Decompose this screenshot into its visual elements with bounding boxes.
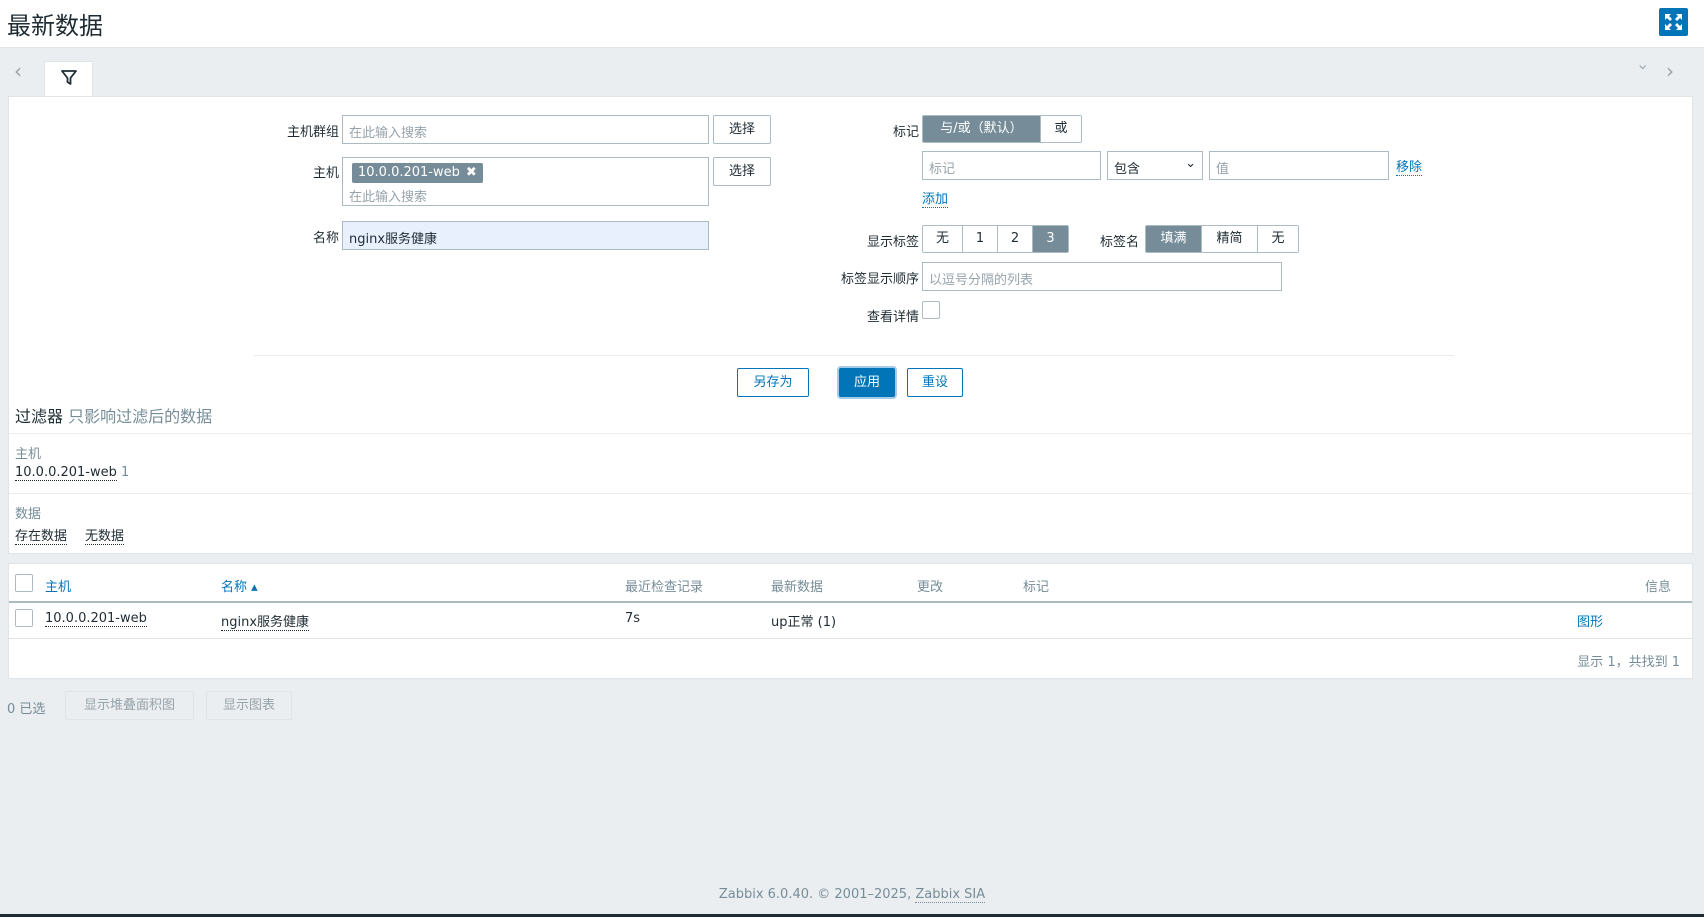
- divider: [9, 433, 1692, 434]
- footer-company-link[interactable]: Zabbix SIA: [915, 887, 986, 903]
- filter-tabs-bar: ‹ › ›: [0, 48, 1704, 97]
- row-last-check: 7s: [625, 611, 641, 626]
- tag-priority-input[interactable]: 以逗号分隔的列表: [922, 262, 1282, 291]
- page-header: 最新数据: [0, 0, 1704, 48]
- tag-name-full[interactable]: 填满: [1146, 226, 1202, 252]
- hostgroup-select-button[interactable]: 选择: [713, 115, 771, 144]
- chevron-down-icon[interactable]: ›: [1634, 64, 1653, 80]
- show-graph-button[interactable]: 显示图表: [206, 691, 292, 720]
- tags-mode-or[interactable]: 或: [1041, 116, 1081, 142]
- filter-icon: [61, 70, 77, 85]
- show-tags-none[interactable]: 无: [923, 226, 963, 252]
- tag-name-format-toggle: 填满 精简 无: [1145, 225, 1299, 253]
- tag-value-input[interactable]: 值: [1209, 151, 1389, 180]
- apply-button[interactable]: 应用: [839, 368, 895, 397]
- column-header-info: 信息: [1645, 580, 1672, 595]
- show-tags-label: 显示标签: [866, 235, 919, 250]
- tag-add-link[interactable]: 添加: [922, 188, 949, 208]
- save-as-button[interactable]: 另存为: [737, 368, 809, 397]
- name-input[interactable]: nginx服务健康: [342, 221, 709, 250]
- subfilter-host-count: 1: [121, 465, 130, 480]
- row-host-link[interactable]: 10.0.0.201-web: [45, 611, 147, 627]
- column-header-name[interactable]: 名称 ▴: [221, 576, 258, 595]
- tag-remove-link[interactable]: 移除: [1396, 156, 1423, 176]
- column-header-last-value: 最新数据: [771, 580, 824, 595]
- tags-evaltype-toggle: 与/或（默认） 或: [922, 115, 1082, 143]
- header-divider: [9, 601, 1692, 603]
- mass-action-bar: 0 已选 显示堆叠面积图 显示图表: [0, 690, 600, 720]
- chevron-left-icon[interactable]: ‹: [14, 61, 30, 81]
- host-select-button[interactable]: 选择: [713, 157, 771, 186]
- subfilter-subtitle: 只影响过滤后的数据: [68, 407, 213, 426]
- latest-data-table: 主机 名称 ▴ 最近检查记录 最新数据 更改 标记 信息 10.0.0.201-…: [8, 563, 1693, 679]
- kiosk-mode-button[interactable]: [1659, 8, 1688, 36]
- host-chip[interactable]: 10.0.0.201-web ✖: [352, 163, 483, 183]
- tags-mode-and-or[interactable]: 与/或（默认）: [923, 116, 1041, 142]
- show-tags-2[interactable]: 2: [998, 226, 1033, 252]
- column-header-tags: 标记: [1023, 580, 1050, 595]
- hostgroup-input[interactable]: 在此输入搜索: [342, 115, 709, 144]
- remove-chip-icon[interactable]: ✖: [466, 165, 477, 180]
- subfilter-without-data[interactable]: 无数据: [85, 525, 125, 545]
- show-details-label: 查看详情: [866, 310, 919, 325]
- tags-label: 标记: [892, 125, 919, 140]
- page-title: 最新数据: [7, 12, 103, 40]
- column-header-change: 更改: [917, 580, 944, 595]
- stacked-graph-button[interactable]: 显示堆叠面积图: [65, 691, 194, 720]
- chevron-right-icon[interactable]: ›: [1666, 61, 1682, 81]
- column-header-last-check: 最近检查记录: [625, 580, 704, 595]
- show-tags-toggle: 无 1 2 3: [922, 225, 1069, 253]
- tag-name-none[interactable]: 无: [1258, 226, 1298, 252]
- chevron-down-icon: ⌄: [1185, 156, 1196, 171]
- host-label: 主机: [312, 166, 339, 181]
- column-header-host[interactable]: 主机: [45, 576, 71, 595]
- subfilter-host-item[interactable]: 10.0.0.201-web 1: [15, 465, 130, 481]
- subfilter-with-data[interactable]: 存在数据: [15, 525, 68, 545]
- row-item-name[interactable]: nginx服务健康: [221, 611, 310, 631]
- tag-name-short[interactable]: 精简: [1202, 226, 1258, 252]
- hostgroup-label: 主机群组: [286, 125, 339, 140]
- host-multiselect[interactable]: 10.0.0.201-web ✖ 在此输入搜索: [342, 157, 709, 206]
- tag-operator-select[interactable]: 包含 ⌄: [1107, 151, 1203, 180]
- subfilter-title: 过滤器 只影响过滤后的数据: [15, 407, 213, 426]
- reset-button[interactable]: 重设: [907, 368, 963, 397]
- tab-filter[interactable]: [44, 61, 93, 97]
- row-last-value: up正常 (1): [771, 615, 837, 630]
- row-checkbox[interactable]: [15, 609, 33, 627]
- row-divider: [9, 638, 1692, 639]
- selected-count: 0 已选: [7, 702, 46, 717]
- row-graph-link[interactable]: 图形: [1577, 611, 1603, 630]
- divider: [9, 493, 1692, 494]
- name-label: 名称: [312, 231, 339, 246]
- show-details-checkbox[interactable]: [922, 301, 940, 319]
- fullscreen-icon: [1665, 14, 1682, 30]
- filter-divider: [254, 355, 1454, 356]
- subfilter-hosts-heading: 主机: [15, 447, 42, 462]
- paging-info: 显示 1，共找到 1: [1577, 655, 1680, 670]
- subfilter-data-heading: 数据: [15, 507, 42, 522]
- footer: Zabbix 6.0.40. © 2001–2025, Zabbix SIA: [718, 887, 986, 903]
- show-tags-3[interactable]: 3: [1033, 226, 1068, 252]
- tag-priority-label: 标签显示顺序: [840, 272, 919, 287]
- tag-name-format-label: 标签名: [1099, 235, 1139, 250]
- filter-panel: 主机群组 在此输入搜索 选择 主机 10.0.0.201-web ✖ 在此输入搜索…: [8, 96, 1693, 554]
- tag-name-input[interactable]: 标记: [922, 151, 1101, 180]
- show-tags-1[interactable]: 1: [963, 226, 998, 252]
- select-all-checkbox[interactable]: [15, 574, 33, 592]
